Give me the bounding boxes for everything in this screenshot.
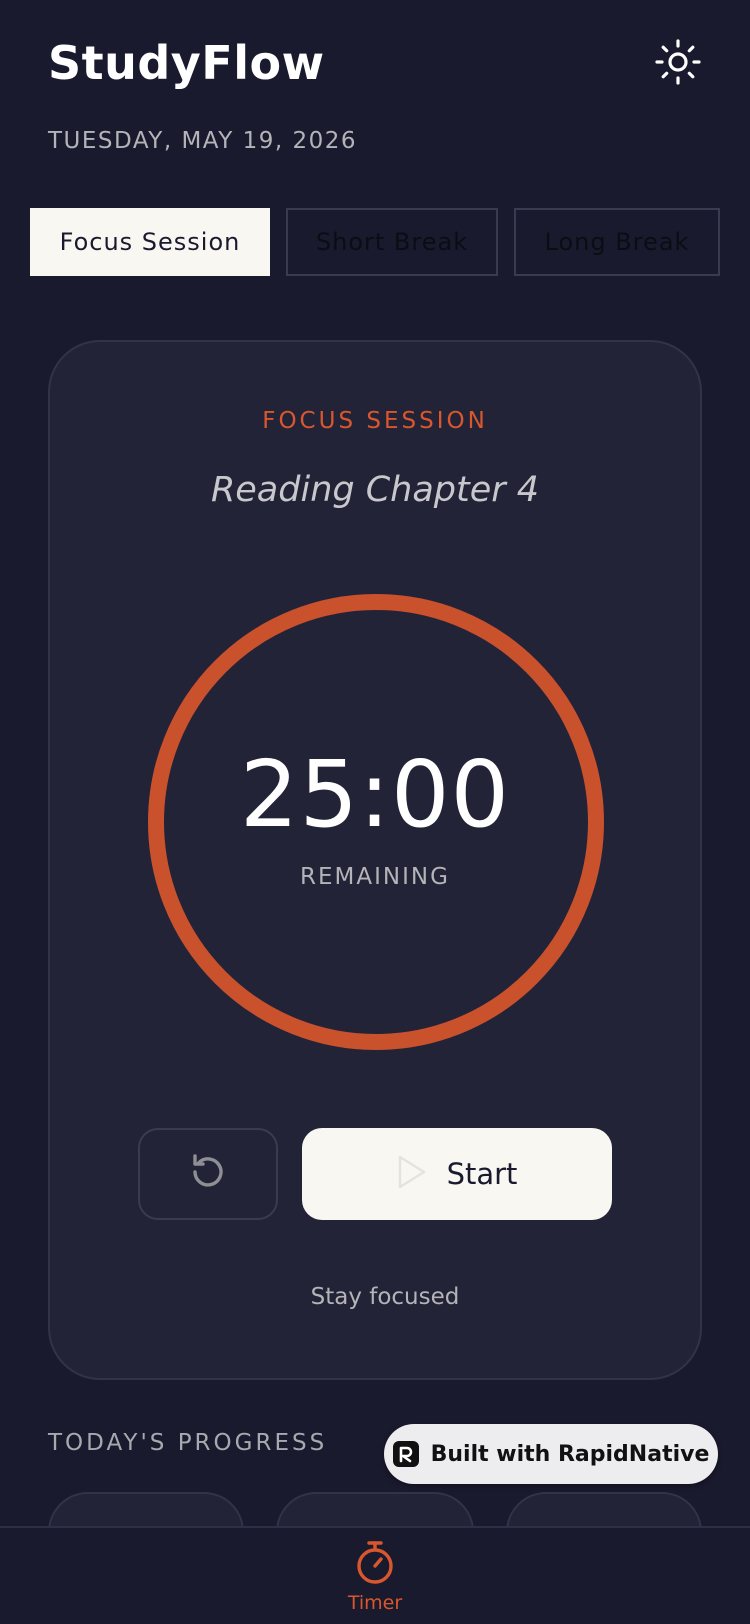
- focus-message: Stay focused: [310, 1284, 460, 1310]
- task-name: Reading Chapter 4: [210, 470, 540, 510]
- rotate-ccw-icon: [188, 1152, 228, 1196]
- theme-toggle-button[interactable]: [654, 39, 702, 89]
- reset-button[interactable]: [138, 1128, 278, 1220]
- bottom-navigation: Timer: [0, 1526, 750, 1624]
- rapidnative-logo-icon: [392, 1441, 419, 1467]
- built-with-badge[interactable]: Built with RapidNative: [384, 1424, 718, 1484]
- todays-progress-title: TODAY'S PROGRESS: [48, 1430, 328, 1456]
- start-button-label: Start: [446, 1157, 518, 1191]
- timer-card: FOCUS SESSION Reading Chapter 4 25:00 RE…: [48, 340, 702, 1380]
- nav-item-timer-label: Timer: [347, 1592, 403, 1614]
- current-date: TUESDAY, MAY 19, 2026: [48, 128, 358, 154]
- app-screen: StudyFlow TUESDAY, MAY 19, 2026 Focus Se…: [0, 0, 750, 1624]
- sun-icon: [655, 39, 701, 89]
- tab-focus-session[interactable]: Focus Session: [30, 208, 270, 276]
- tab-short-break[interactable]: Short Break: [286, 208, 498, 276]
- app-title: StudyFlow: [48, 36, 325, 90]
- play-icon: [397, 1154, 427, 1194]
- timer-countdown: 25:00: [239, 741, 511, 848]
- tab-long-break[interactable]: Long Break: [514, 208, 720, 276]
- start-button[interactable]: Start: [302, 1128, 612, 1220]
- timer-icon: [355, 1540, 395, 1590]
- nav-item-timer[interactable]: Timer: [325, 1540, 425, 1624]
- session-type-label: FOCUS SESSION: [262, 408, 488, 434]
- timer-remaining-label: REMAINING: [300, 864, 450, 890]
- built-with-label: Built with RapidNative: [430, 1441, 710, 1467]
